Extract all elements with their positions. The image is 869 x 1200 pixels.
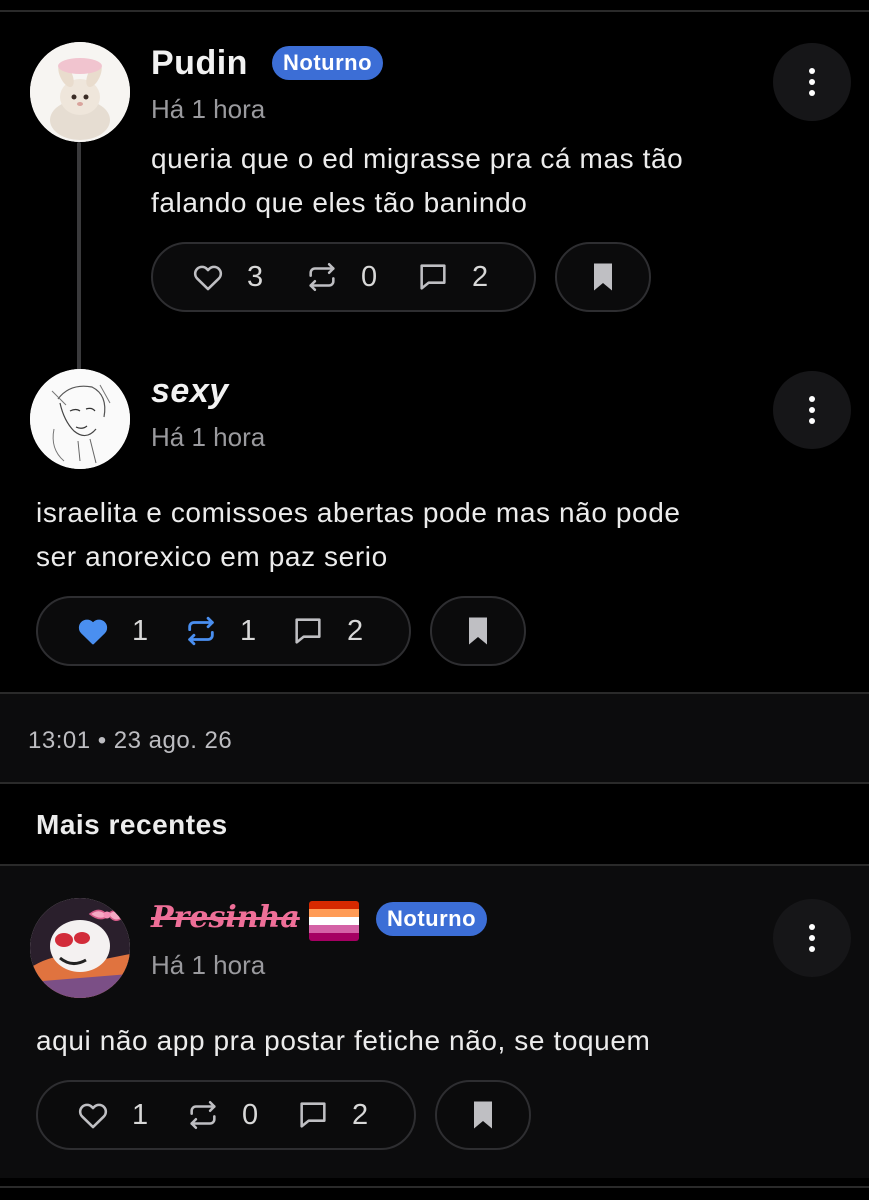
more-options-button[interactable]: [773, 371, 851, 449]
bookmark-button[interactable]: [435, 1080, 531, 1150]
more-vertical-icon: [809, 68, 815, 96]
bookmark-icon: [469, 617, 487, 645]
comment-icon: [420, 264, 446, 290]
heart-icon: [78, 619, 108, 645]
thread-connector: [77, 142, 81, 372]
status-badge: Noturno: [272, 46, 384, 80]
bookmark-button[interactable]: [430, 596, 526, 666]
repost-icon: [309, 262, 335, 292]
like-count: 1: [132, 1098, 149, 1131]
repost-button[interactable]: 1: [184, 598, 256, 664]
repost-count: 0: [361, 260, 378, 293]
like-button[interactable]: 1: [76, 598, 148, 664]
bookmark-button[interactable]: [555, 242, 651, 312]
status-badge: Noturno: [376, 902, 488, 936]
bookmark-icon: [474, 1101, 492, 1129]
post-text-line: falando que eles tão banindo: [151, 187, 528, 218]
post-text-line: israelita e comissoes abertas pode mas n…: [36, 497, 681, 528]
post-time[interactable]: Há 1 hora: [151, 950, 265, 981]
bookmark-icon: [594, 263, 612, 291]
heart-icon: [193, 265, 223, 291]
repost-count: 0: [242, 1098, 259, 1131]
comment-count: 2: [347, 614, 364, 647]
post-text-line: ser anorexico em paz serio: [36, 541, 388, 572]
post-time[interactable]: Há 1 hora: [151, 94, 265, 125]
avatar[interactable]: [30, 42, 130, 142]
comment-button[interactable]: 2: [416, 244, 488, 310]
heart-icon: [78, 1103, 108, 1129]
comment-count: 2: [472, 260, 489, 293]
repost-icon: [190, 1100, 216, 1130]
comment-button[interactable]: 2: [296, 1082, 368, 1148]
comment-button[interactable]: 2: [291, 598, 363, 664]
more-vertical-icon: [809, 396, 815, 424]
post-text: israelita e comissoes abertas pode mas n…: [36, 491, 681, 579]
like-count: 3: [247, 260, 264, 293]
avatar[interactable]: [30, 898, 130, 998]
post-text: queria que o ed migrasse pra cá mas tão …: [151, 137, 683, 225]
post-text-line: queria que o ed migrasse pra cá mas tão: [151, 143, 684, 174]
more-options-button[interactable]: [773, 899, 851, 977]
post-actions: 1 1 2: [36, 596, 411, 666]
post-datetime: 13:01 • 23 ago. 26: [28, 727, 233, 754]
post-actions: 1 0 2: [36, 1080, 416, 1150]
author-name[interactable]: sexy: [151, 372, 229, 411]
lesbian-flag-emoji: [309, 901, 359, 941]
comment-icon: [295, 618, 321, 644]
like-button[interactable]: 3: [191, 244, 263, 310]
comment-count: 2: [352, 1098, 369, 1131]
like-count: 1: [132, 614, 149, 647]
avatar[interactable]: [30, 369, 130, 469]
more-options-button[interactable]: [773, 43, 851, 121]
post-actions: 3 0 2: [151, 242, 536, 312]
post-text: aqui não app pra postar fetiche não, se …: [36, 1025, 651, 1056]
author-name[interactable]: Presinha: [151, 900, 300, 935]
post-time[interactable]: Há 1 hora: [151, 422, 265, 453]
section-title: Mais recentes: [36, 809, 228, 840]
repost-icon: [188, 616, 214, 646]
repost-button[interactable]: 0: [186, 1082, 258, 1148]
like-button[interactable]: 1: [76, 1082, 148, 1148]
author-name[interactable]: Pudin: [151, 44, 248, 83]
more-vertical-icon: [809, 924, 815, 952]
repost-button[interactable]: 0: [305, 244, 377, 310]
repost-count: 1: [240, 614, 257, 647]
comment-icon: [300, 1102, 326, 1128]
